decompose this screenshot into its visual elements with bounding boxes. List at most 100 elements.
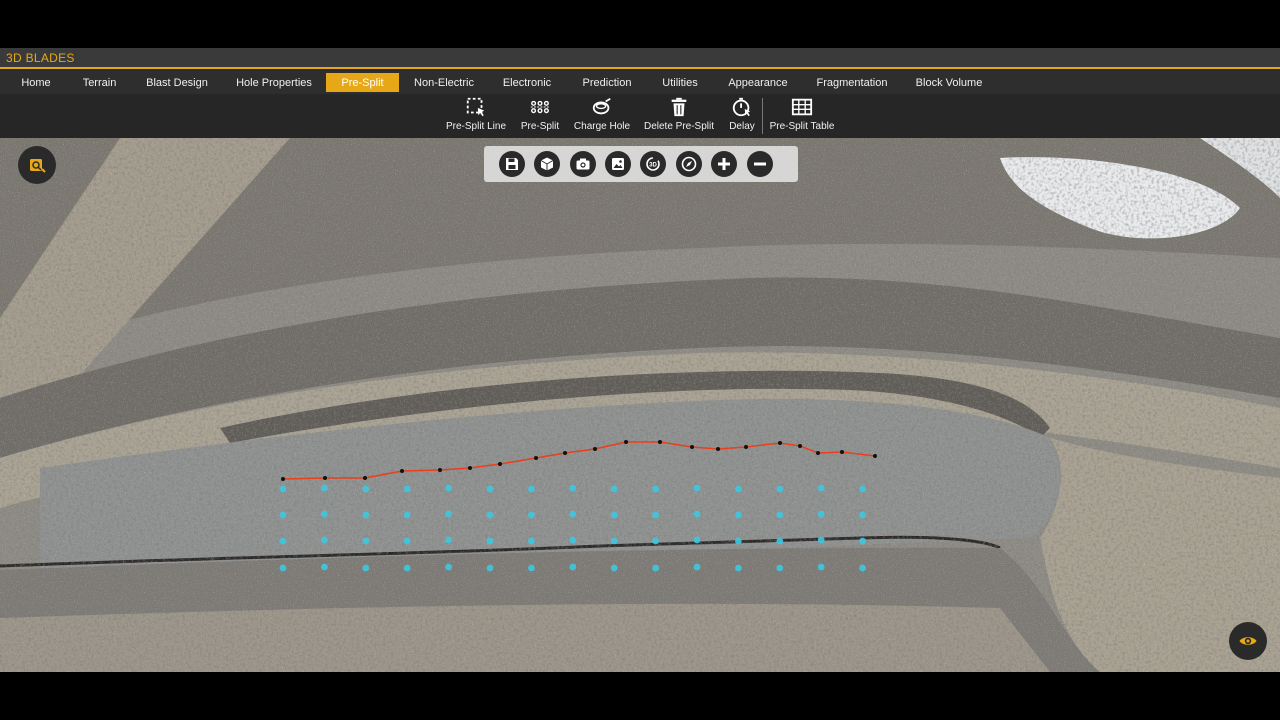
blast-hole-marker[interactable] (445, 484, 452, 492)
blast-hole-marker[interactable] (776, 485, 784, 493)
visibility-button[interactable] (1229, 622, 1267, 660)
zoom-in-button[interactable] (711, 151, 737, 177)
3d-viewport[interactable]: 3D (0, 138, 1280, 672)
pre-split-node[interactable] (400, 469, 404, 473)
menu-non-electric[interactable]: Non-Electric (408, 73, 480, 92)
pre-split-node[interactable] (534, 456, 538, 460)
blast-hole-marker[interactable] (735, 564, 742, 572)
blast-hole-marker[interactable] (321, 536, 328, 544)
blast-hole-marker[interactable] (362, 564, 370, 572)
pre-split-node[interactable] (840, 450, 844, 454)
blast-hole-marker[interactable] (362, 511, 370, 519)
blast-hole-marker[interactable] (528, 485, 535, 493)
zoom-out-button[interactable] (747, 151, 773, 177)
pre-split-node[interactable] (816, 451, 820, 455)
blast-hole-marker[interactable] (528, 511, 535, 519)
blast-hole-marker[interactable] (693, 536, 701, 544)
blast-hole-marker[interactable] (569, 563, 577, 571)
blast-hole-marker[interactable] (279, 485, 287, 493)
blast-hole-marker[interactable] (403, 537, 411, 545)
delay-button[interactable]: Delay (724, 96, 760, 136)
menu-pre-split[interactable]: Pre-Split (326, 73, 399, 92)
menu-hole-properties[interactable]: Hole Properties (228, 73, 320, 92)
blast-hole-marker[interactable] (362, 485, 370, 493)
blast-hole-marker[interactable] (445, 536, 452, 544)
blast-hole-marker[interactable] (652, 564, 659, 572)
blast-hole-marker[interactable] (569, 510, 577, 518)
blast-hole-marker[interactable] (693, 484, 701, 492)
blast-hole-marker[interactable] (321, 484, 328, 492)
blast-hole-marker[interactable] (859, 511, 866, 519)
blast-hole-marker[interactable] (735, 485, 742, 493)
save-view-button[interactable] (499, 151, 525, 177)
blast-hole-marker[interactable] (279, 511, 287, 519)
blast-hole-marker[interactable] (859, 485, 866, 493)
blast-hole-marker[interactable] (693, 510, 701, 518)
blast-hole-marker[interactable] (486, 485, 494, 493)
charge-hole-button[interactable]: Charge Hole (572, 96, 632, 136)
blast-hole-marker[interactable] (279, 564, 287, 572)
pre-split-node[interactable] (563, 451, 567, 455)
blast-hole-marker[interactable] (859, 537, 866, 545)
blast-hole-marker[interactable] (735, 511, 742, 519)
pre-split-node[interactable] (744, 445, 748, 449)
compass-button[interactable] (676, 151, 702, 177)
menu-prediction[interactable]: Prediction (573, 73, 641, 92)
menu-fragmentation[interactable]: Fragmentation (808, 73, 896, 92)
blast-hole-marker[interactable] (610, 564, 618, 572)
blast-hole-marker[interactable] (445, 510, 452, 518)
pre-split-node[interactable] (798, 444, 802, 448)
blast-hole-marker[interactable] (362, 537, 370, 545)
3d-rotate-button[interactable]: 3D (640, 151, 666, 177)
blast-hole-marker[interactable] (776, 511, 784, 519)
pre-split-node[interactable] (323, 476, 327, 480)
blast-hole-marker[interactable] (403, 511, 411, 519)
menu-appearance[interactable]: Appearance (720, 73, 796, 92)
blast-hole-marker[interactable] (486, 537, 494, 545)
delete-pre-split-button[interactable]: Delete Pre-Split (643, 96, 715, 136)
pre-split-node[interactable] (281, 477, 285, 481)
pre-split-node[interactable] (690, 445, 694, 449)
cube-view-button[interactable] (534, 151, 560, 177)
blast-hole-marker[interactable] (528, 537, 535, 545)
blast-hole-marker[interactable] (610, 511, 618, 519)
pre-split-node[interactable] (438, 468, 442, 472)
blast-hole-marker[interactable] (735, 537, 742, 545)
pre-split-node[interactable] (778, 441, 782, 445)
blast-hole-marker[interactable] (817, 563, 825, 571)
blast-hole-marker[interactable] (817, 510, 825, 518)
pre-split-node[interactable] (873, 454, 877, 458)
blast-hole-marker[interactable] (859, 564, 866, 572)
screenshot-button[interactable] (570, 151, 596, 177)
blast-hole-marker[interactable] (403, 485, 411, 493)
blast-hole-marker[interactable] (569, 484, 577, 492)
blast-hole-marker[interactable] (610, 537, 618, 545)
blast-hole-marker[interactable] (528, 564, 535, 572)
blast-hole-marker[interactable] (486, 511, 494, 519)
blast-hole-marker[interactable] (817, 484, 825, 492)
blast-hole-marker[interactable] (652, 511, 659, 519)
blast-hole-marker[interactable] (321, 510, 328, 518)
pre-split-node[interactable] (716, 447, 720, 451)
blast-hole-marker[interactable] (321, 563, 328, 571)
blast-hole-marker[interactable] (610, 485, 618, 493)
blast-hole-marker[interactable] (486, 564, 494, 572)
pre-split-table-button[interactable]: Pre-Split Table (768, 96, 836, 136)
menu-home[interactable]: Home (10, 73, 62, 92)
blast-hole-marker[interactable] (776, 564, 784, 572)
blast-hole-marker[interactable] (652, 537, 659, 545)
blast-hole-marker[interactable] (445, 563, 452, 571)
pre-split-node[interactable] (363, 476, 367, 480)
pre-split-node[interactable] (468, 466, 472, 470)
menu-blast-design[interactable]: Blast Design (139, 73, 215, 92)
blast-hole-marker[interactable] (693, 563, 701, 571)
blast-hole-marker[interactable] (279, 537, 287, 545)
menu-utilities[interactable]: Utilities (652, 73, 708, 92)
blast-hole-marker[interactable] (403, 564, 411, 572)
pre-split-node[interactable] (593, 447, 597, 451)
blast-hole-marker[interactable] (569, 536, 577, 544)
pre-split-node[interactable] (498, 462, 502, 466)
pre-split-node[interactable] (624, 440, 628, 444)
blast-hole-marker[interactable] (652, 485, 659, 493)
layers-button[interactable] (18, 146, 56, 184)
